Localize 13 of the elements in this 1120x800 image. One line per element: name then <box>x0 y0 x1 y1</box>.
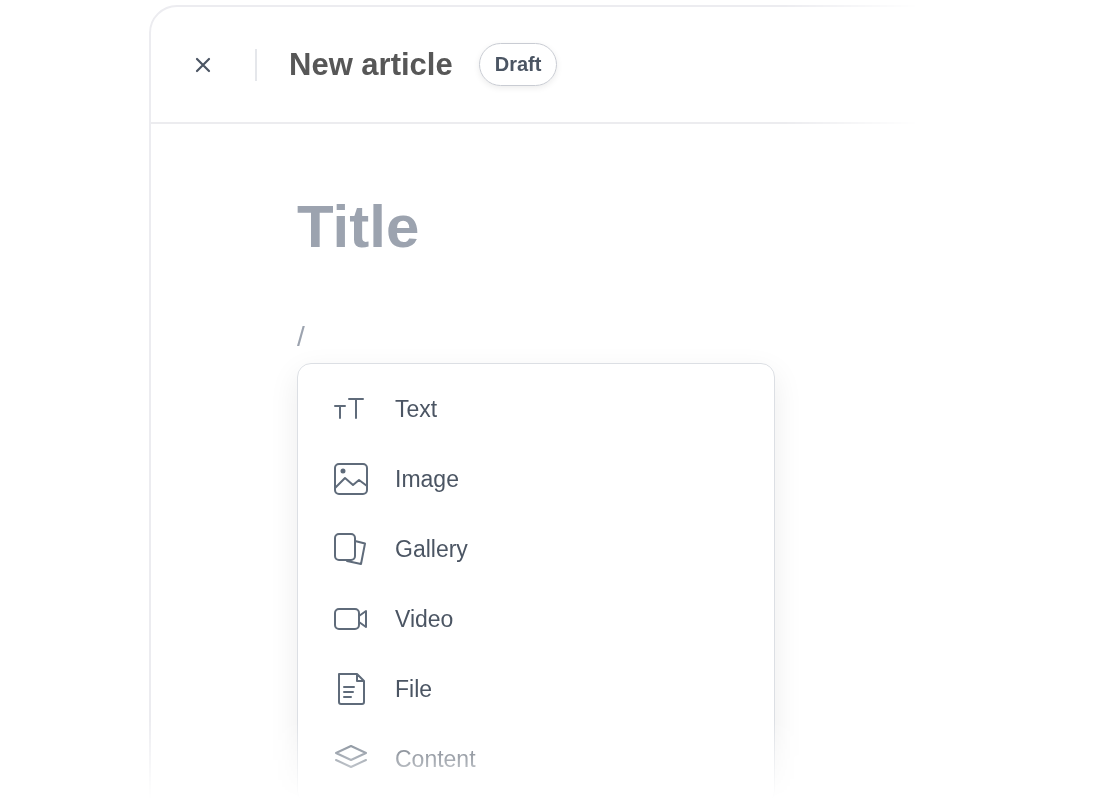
video-icon <box>334 608 367 630</box>
article-title: New article <box>289 46 453 83</box>
menu-item[interactable]: File <box>298 654 774 724</box>
menu-item[interactable]: Gallery <box>298 514 774 584</box>
title-field[interactable]: Title <box>297 192 797 261</box>
menu-item[interactable]: Image <box>298 444 774 514</box>
menu-item[interactable]: Video <box>298 584 774 654</box>
menu-item[interactable]: Text <box>298 374 774 444</box>
document-icon <box>338 673 365 705</box>
gallery-icon <box>334 533 366 565</box>
image-icon <box>334 463 368 495</box>
text-size-icon <box>334 398 364 419</box>
layers-icon <box>335 745 367 768</box>
